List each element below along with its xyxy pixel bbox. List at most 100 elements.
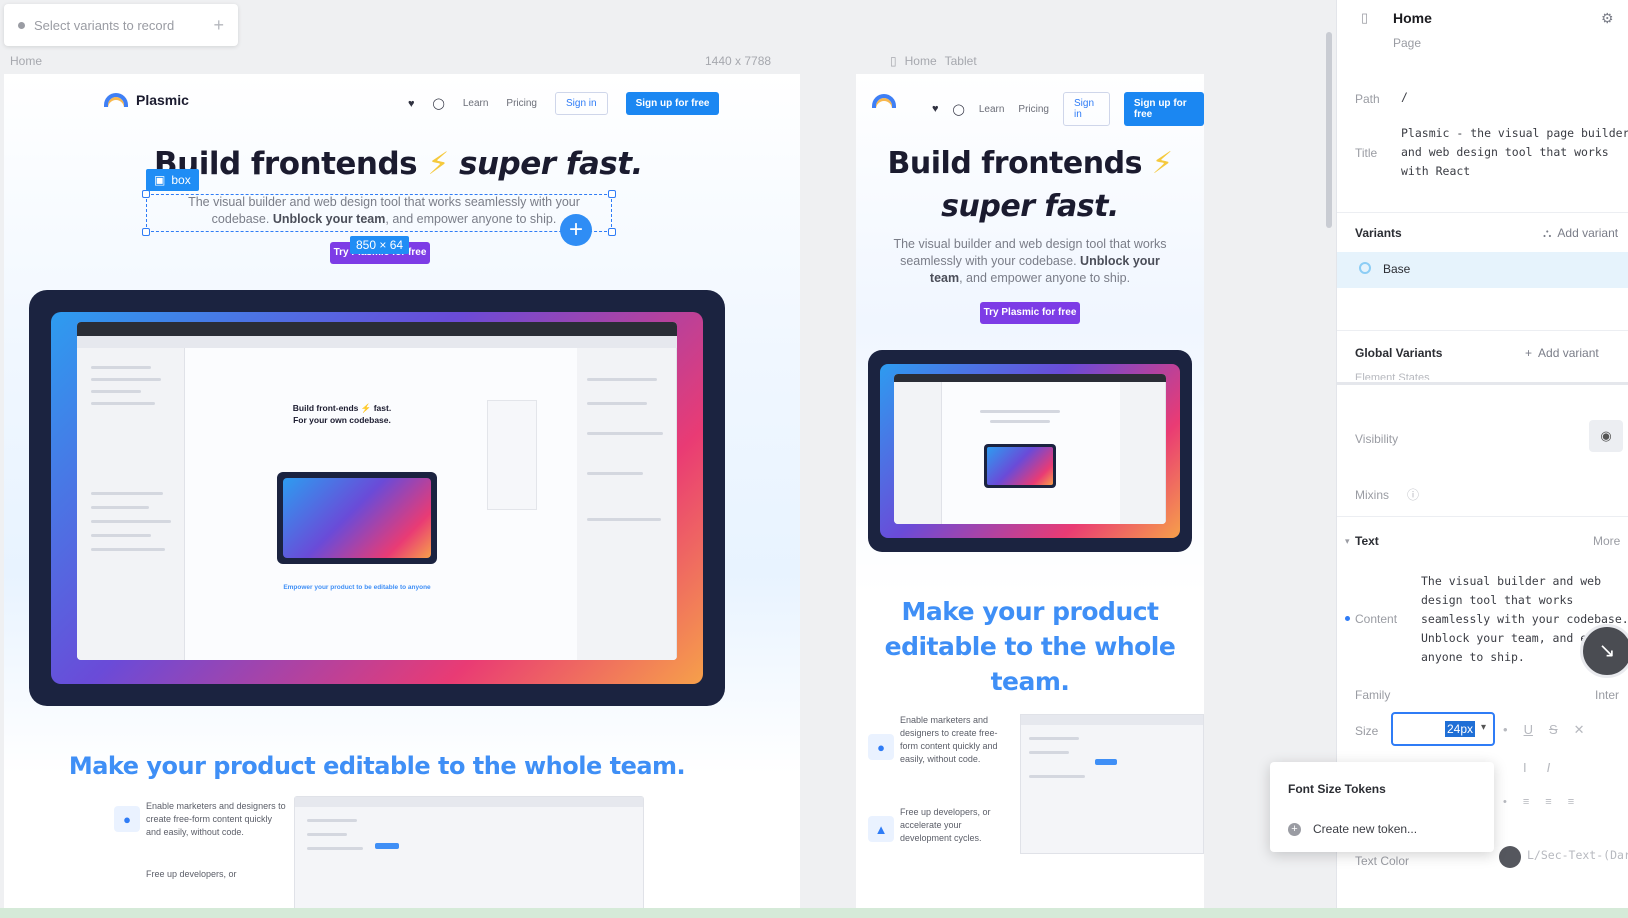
hero-title-part2: super fast. (941, 189, 1119, 224)
font-size-tokens-dropdown: Font Size Tokens + Create new token... (1270, 762, 1494, 852)
resize-handle[interactable] (142, 190, 150, 198)
align-center-icon[interactable]: ≡ (1545, 796, 1551, 808)
desktop-frame-size[interactable]: 1440 x 7788 (705, 54, 771, 68)
align-right-icon[interactable]: ≡ (1568, 796, 1574, 808)
resize-handle[interactable] (608, 190, 616, 198)
rainbow-logo-icon[interactable] (872, 94, 896, 108)
feature-text-1[interactable]: Enable marketers and designers to create… (900, 714, 1012, 766)
person-icon: ● (114, 806, 140, 832)
family-label: Family (1355, 688, 1391, 702)
plus-icon: + (1525, 346, 1533, 360)
tablet-frame-variant: Tablet (944, 54, 977, 68)
font-size-tokens-heading: Font Size Tokens (1288, 782, 1386, 796)
create-token-option[interactable]: + Create new token... (1288, 822, 1417, 836)
collapse-chevron-icon[interactable]: ▾ (1345, 536, 1350, 547)
global-variants-heading: Global Variants (1355, 346, 1443, 360)
font-size-input[interactable]: 24px ▾ (1391, 712, 1495, 746)
sign-up-button[interactable]: Sign up for free (1123, 92, 1204, 126)
feature-text-2[interactable]: Free up developers, or accelerate your d… (900, 806, 1012, 845)
rocket-icon: ▲ (868, 816, 894, 842)
italic-icon[interactable]: I (1547, 760, 1551, 775)
align-left-icon[interactable]: ≡ (1523, 796, 1529, 808)
text-color-token[interactable]: L/Sec-Text-(Dark) (1527, 846, 1628, 865)
hero-title[interactable]: Build frontends ⚡ super fast. (154, 146, 643, 182)
hero-subtitle[interactable]: The visual builder and web design tool t… (856, 236, 1204, 287)
feature-text-1[interactable]: Enable marketers and designers to create… (146, 800, 286, 839)
add-global-variant-button[interactable]: + Add variant (1525, 346, 1599, 360)
github-icon[interactable]: ◯ (953, 103, 965, 116)
mini-device (277, 472, 437, 564)
collapse-panel-button[interactable]: ↘ (1580, 624, 1628, 678)
plasmic-logo[interactable]: Plasmic (104, 92, 189, 108)
selection-outline (146, 194, 612, 232)
hero-sub-bold-2: team (929, 270, 960, 285)
base-variant-label: Base (1383, 262, 1411, 276)
text-color-swatch[interactable] (1499, 846, 1521, 868)
desktop-frame-label[interactable]: Home (10, 54, 42, 68)
strikethrough-icon[interactable]: S (1549, 722, 1558, 738)
add-element-button[interactable]: + (560, 214, 592, 246)
variant-record-bar[interactable]: Select variants to record + (4, 4, 238, 46)
desktop-artboard[interactable]: Plasmic ♥ ◯ Learn Pricing Sign in Sign u… (4, 74, 800, 918)
canvas-scrollbar[interactable] (1326, 32, 1332, 228)
resize-handle[interactable] (142, 228, 150, 236)
variant-icon: ⛬ (1543, 226, 1552, 240)
underline-icon[interactable]: U (1524, 722, 1533, 738)
product-screenshot-device: Build front-ends ⚡ fast. For your own co… (29, 290, 725, 706)
title-input[interactable]: Plasmic - the visual page builder and we… (1401, 124, 1628, 181)
sign-in-button[interactable]: Sign in (1063, 92, 1110, 126)
path-label: Path (1355, 92, 1380, 106)
editor-screenshot (894, 374, 1166, 524)
clear-format-icon[interactable]: ✕ (1574, 722, 1585, 738)
mini-hero-title: Build front-ends ⚡ fast. For your own co… (292, 403, 392, 425)
resize-handle[interactable] (608, 228, 616, 236)
box-icon: ▣ (154, 173, 166, 187)
hero-sub-bold-1: Unblock your (1080, 253, 1160, 268)
mini-props-panel (577, 348, 677, 660)
tablet-frame-label[interactable]: ▯ Home Tablet (890, 54, 977, 68)
dot-icon[interactable]: • (1503, 796, 1507, 808)
info-icon[interactable]: ⓘ (1407, 486, 1419, 503)
nav-pricing[interactable]: Pricing (506, 98, 537, 109)
hero-sub-2: seamlessly with your codebase. (900, 253, 1077, 268)
twitter-icon[interactable]: ♥ (932, 103, 939, 115)
editor-screenshot: Build front-ends ⚡ fast. For your own co… (77, 322, 677, 660)
nav-learn[interactable]: Learn (979, 104, 1005, 115)
settings-gear-icon[interactable]: ⚙ (1601, 10, 1614, 27)
record-bar-label: Select variants to record (34, 17, 175, 33)
base-variant-row[interactable]: Base (1337, 252, 1628, 288)
github-icon[interactable]: ◯ (433, 97, 445, 110)
hero-title[interactable]: Build frontends ⚡ super fast. (856, 142, 1204, 228)
plus-circle-icon: + (1288, 822, 1301, 836)
dropdown-chevron-icon[interactable]: ▾ (1481, 722, 1486, 733)
feature-text-2[interactable]: Free up developers, or (146, 868, 286, 881)
sign-in-button[interactable]: Sign in (555, 92, 608, 115)
tablet-artboard[interactable]: ♥ ◯ Learn Pricing Sign in Sign up for fr… (856, 74, 1204, 918)
selection-size-tag: 850 × 64 (350, 236, 410, 254)
desktop-nav: ♥ ◯ Learn Pricing Sign in Sign up for fr… (408, 92, 720, 115)
text-cursor-icon[interactable]: I (1523, 760, 1527, 775)
section-title[interactable]: Make your product editable to the whole … (4, 752, 750, 780)
path-input[interactable]: / (1401, 88, 1408, 107)
hero-title-part1: Build frontends (887, 146, 1143, 181)
record-dot-icon (18, 21, 25, 29)
feature-screenshot (1020, 714, 1204, 854)
sign-up-button[interactable]: Sign up for free (625, 92, 720, 115)
nav-pricing[interactable]: Pricing (1018, 104, 1049, 115)
add-variant-icon[interactable]: + (213, 15, 224, 36)
add-variant-button[interactable]: ⛬ Add variant (1543, 226, 1618, 241)
try-plasmic-button[interactable]: Try Plasmic for free (980, 302, 1080, 324)
set-indicator-dot (1345, 616, 1350, 621)
person-icon: ● (868, 734, 894, 760)
eye-icon[interactable]: ◉ (1589, 420, 1623, 452)
family-value[interactable]: Inter (1595, 688, 1619, 702)
text-style-toolbar: I I (1523, 760, 1550, 775)
twitter-icon[interactable]: ♥ (408, 98, 415, 110)
dot-icon[interactable]: • (1503, 722, 1508, 738)
product-screenshot-device (868, 350, 1192, 552)
nav-learn[interactable]: Learn (463, 98, 489, 109)
section-title[interactable]: Make your product editable to the whole … (856, 594, 1204, 699)
browser-urlbar (77, 336, 677, 348)
more-link[interactable]: More (1593, 534, 1620, 548)
selection-type-tag[interactable]: ▣ box (146, 169, 199, 191)
